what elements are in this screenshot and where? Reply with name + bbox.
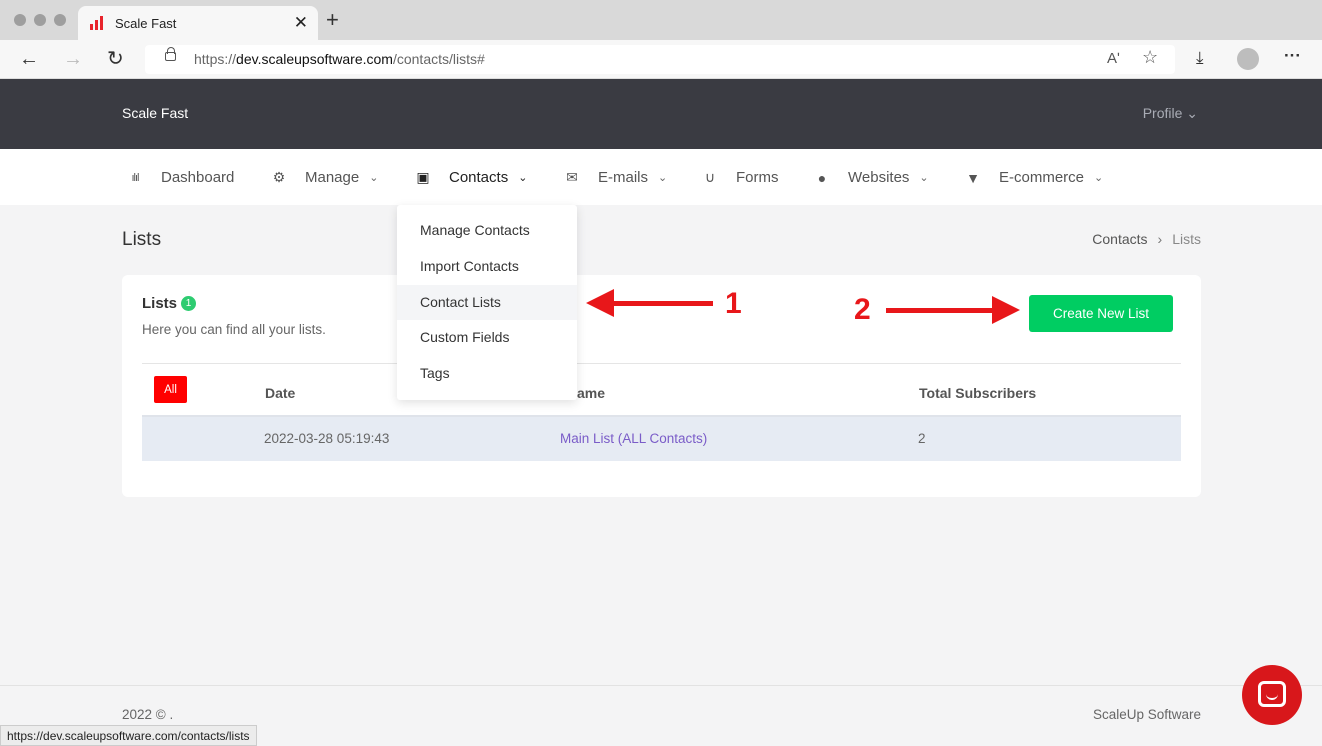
menu-emails[interactable]: ✉ E-mails ⌄ [564, 169, 667, 186]
annotation-number-1: 1 [725, 287, 742, 320]
tab-title: Scale Fast [115, 16, 177, 31]
globe-icon: ● [817, 169, 827, 186]
brand-logo-text[interactable]: Scale Fast [122, 105, 188, 121]
menu-forms[interactable]: ∪ Forms [702, 169, 779, 186]
footer-copyright: 2022 © . [122, 707, 174, 722]
magnet-icon: ∪ [704, 169, 716, 185]
reload-icon[interactable]: ↻ [107, 47, 124, 71]
column-header-name[interactable]: ame [577, 385, 605, 401]
breadcrumb-separator: › [1157, 231, 1163, 247]
row-date: 2022-03-28 05:19:43 [264, 431, 390, 446]
more-options-icon[interactable]: ··· [1284, 46, 1301, 66]
url-field[interactable]: https://dev.scaleupsoftware.com/contacts… [145, 45, 1175, 74]
card-subtitle: Here you can find all your lists. [142, 322, 326, 337]
read-aloud-icon[interactable]: Aʹ [1107, 50, 1120, 67]
chevron-down-icon: ⌄ [1094, 172, 1104, 184]
breadcrumb-contacts[interactable]: Contacts [1092, 231, 1147, 247]
page-title: Lists [122, 229, 162, 250]
profile-menu[interactable]: Profile ⌄ [1143, 105, 1198, 122]
window-zoom-dot[interactable] [54, 14, 66, 26]
divider [142, 363, 1181, 364]
dropdown-tags[interactable]: Tags [397, 356, 577, 391]
window-close-dot[interactable] [14, 14, 26, 26]
table-row[interactable]: 2022-03-28 05:19:43 Main List (ALL Conta… [142, 417, 1181, 461]
forward-icon[interactable]: → [63, 47, 83, 71]
app-header: Scale Fast Profile ⌄ [0, 79, 1322, 149]
back-icon[interactable]: ← [19, 47, 39, 71]
lock-icon [165, 47, 176, 61]
row-subscribers: 2 [918, 431, 926, 446]
bar-chart-icon: ılıl [131, 171, 140, 184]
annotation-number-2: 2 [854, 293, 871, 326]
dropdown-contact-lists[interactable]: Contact Lists [397, 285, 577, 320]
downloads-icon[interactable]: ⤓ [1196, 48, 1204, 68]
chevron-down-icon: ⌄ [369, 172, 379, 184]
row-name-link[interactable]: Main List (ALL Contacts) [560, 431, 707, 446]
chevron-down-icon: ⌄ [518, 172, 528, 184]
breadcrumb: Contacts › Lists [1092, 231, 1201, 247]
shop-icon: ▼ [966, 169, 980, 186]
scale-fast-favicon-icon [90, 16, 106, 30]
menu-manage[interactable]: ⚙ Manage ⌄ [271, 169, 379, 186]
url-text: https://dev.scaleupsoftware.com/contacts… [194, 51, 485, 67]
menu-contacts[interactable]: ▣ Contacts ⌄ [415, 169, 527, 186]
filter-all-button[interactable]: All [154, 376, 187, 403]
annotation-arrow-2 [886, 308, 996, 313]
breadcrumb-lists: Lists [1172, 231, 1201, 247]
menu-dashboard[interactable]: ılıl Dashboard [127, 169, 235, 186]
envelope-icon: ✉ [566, 169, 578, 185]
contacts-icon: ▣ [416, 169, 430, 185]
browser-tab-bar: Scale Fast ✕ + [0, 0, 1322, 40]
dropdown-import-contacts[interactable]: Import Contacts [397, 249, 577, 284]
dropdown-custom-fields[interactable]: Custom Fields [397, 320, 577, 355]
gear-icon: ⚙ [272, 169, 286, 185]
new-tab-icon[interactable]: + [326, 9, 339, 31]
create-new-list-button[interactable]: Create New List [1029, 295, 1173, 332]
column-header-date[interactable]: Date [265, 385, 295, 401]
lists-count-badge: 1 [181, 296, 197, 311]
dropdown-manage-contacts[interactable]: Manage Contacts [397, 213, 577, 248]
contacts-dropdown-menu: Manage Contacts Import Contacts Contact … [397, 205, 577, 400]
lists-card: Lists 1 Here you can find all your lists… [122, 275, 1201, 497]
browser-profile-avatar[interactable] [1237, 48, 1259, 70]
annotation-arrow-1 [610, 301, 713, 306]
chevron-down-icon: ⌄ [919, 172, 929, 184]
add-favorite-icon[interactable]: ☆ [1142, 47, 1158, 68]
menu-ecommerce[interactable]: ▼ E-commerce ⌄ [965, 169, 1103, 186]
browser-tab[interactable]: Scale Fast ✕ [78, 6, 318, 40]
window-minimize-dot[interactable] [34, 14, 46, 26]
footer-divider [0, 685, 1322, 686]
main-menu: ılıl Dashboard ⚙ Manage ⌄ ▣ Contacts ⌄ ✉… [0, 149, 1322, 205]
status-bar-url: https://dev.scaleupsoftware.com/contacts… [0, 725, 257, 746]
chat-launcher-button[interactable] [1242, 665, 1302, 725]
address-bar: ← → ↻ https://dev.scaleupsoftware.com/co… [0, 40, 1322, 79]
chat-icon [1258, 681, 1286, 707]
annotation-arrow-2-head [992, 296, 1020, 324]
footer-company: ScaleUp Software [1092, 707, 1201, 722]
tab-close-icon[interactable]: ✕ [294, 13, 308, 33]
menu-websites[interactable]: ● Websites ⌄ [814, 169, 929, 186]
column-header-total-subscribers[interactable]: Total Subscribers [919, 385, 1036, 401]
chevron-down-icon: ⌄ [658, 172, 668, 184]
card-title: Lists 1 [142, 295, 197, 312]
